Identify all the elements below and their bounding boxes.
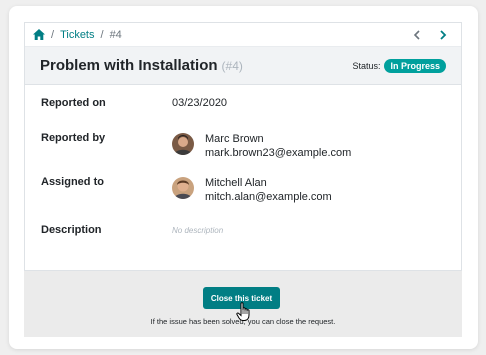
- ticket-footer: Close this ticket If the issue has been …: [24, 271, 462, 337]
- ticket-header: Problem with Installation (#4) Status: I…: [25, 47, 461, 85]
- field-label: Description: [41, 224, 102, 236]
- field-reported-by: Reported by Marc Brown mark.brown23@exam…: [41, 132, 351, 160]
- breadcrumb-current: #4: [109, 28, 122, 41]
- status-badge: In Progress: [384, 58, 446, 73]
- field-label: Reported on: [41, 97, 106, 109]
- reporter: Marc Brown mark.brown23@example.com: [172, 132, 351, 160]
- reported-on-value: 03/23/2020: [172, 97, 228, 109]
- breadcrumb-separator: /: [51, 28, 55, 41]
- avatar: [172, 177, 194, 199]
- breadcrumb-separator: /: [100, 28, 104, 41]
- breadcrumb: / Tickets / #4: [25, 23, 461, 47]
- field-label: Assigned to: [41, 176, 104, 188]
- field-description: Description No description: [41, 224, 223, 238]
- reporter-name: Marc Brown: [205, 133, 264, 145]
- assignee-email: mitch.alan@example.com: [205, 191, 332, 203]
- chevron-left-icon[interactable]: [407, 26, 427, 44]
- ticket-id: (#4): [221, 58, 243, 73]
- reporter-email: mark.brown23@example.com: [205, 147, 352, 159]
- ticket-title: Problem with Installation: [40, 57, 218, 74]
- field-assigned-to: Assigned to Mitchell Alan mitch.alan@exa…: [41, 176, 332, 204]
- assignee-name: Mitchell Alan: [205, 177, 267, 189]
- field-reported-on: Reported on 03/23/2020: [41, 97, 227, 109]
- status-label: Status:: [352, 60, 381, 71]
- chevron-right-icon[interactable]: [433, 26, 453, 44]
- status: Status: In Progress: [352, 58, 446, 73]
- hand-cursor-icon: [236, 302, 250, 321]
- description-value: No description: [172, 226, 224, 235]
- assignee: Mitchell Alan mitch.alan@example.com: [172, 176, 332, 204]
- home-icon[interactable]: [33, 29, 45, 41]
- breadcrumb-tickets-link[interactable]: Tickets: [60, 29, 94, 41]
- ticket-panel: / Tickets / #4 Problem with Installation…: [24, 22, 462, 271]
- avatar: [172, 133, 194, 155]
- field-label: Reported by: [41, 132, 106, 144]
